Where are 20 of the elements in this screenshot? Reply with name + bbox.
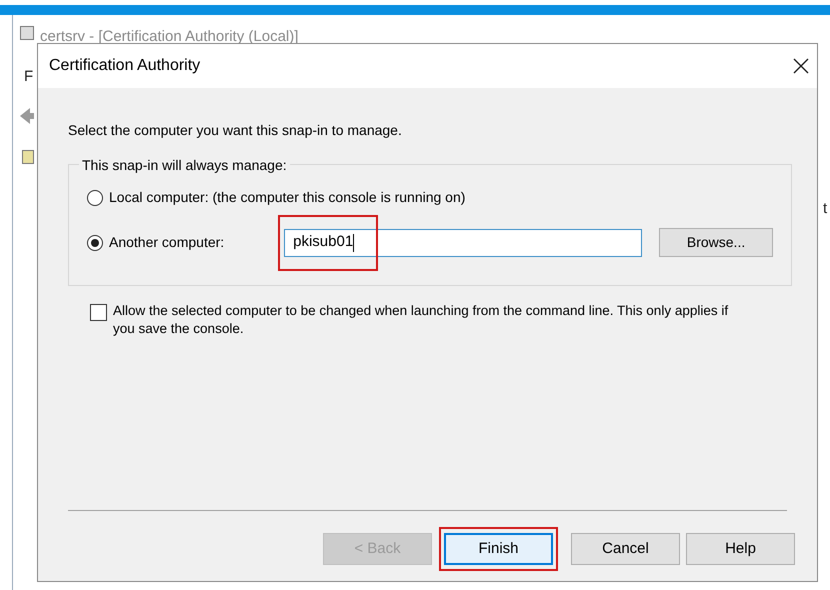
radio-label: Another computer:: [109, 233, 226, 252]
menu-item[interactable]: F: [24, 66, 34, 88]
window-title: certsrv - [Certification Authority (Local)]: [40, 27, 298, 47]
radio-button[interactable]: [87, 234, 103, 250]
radio-label: Local computer: (the computer this console is running on): [109, 188, 466, 207]
checkbox[interactable]: [90, 304, 107, 321]
dialog-button[interactable]: Cancel: [571, 533, 680, 565]
column-fragment: t: [823, 199, 828, 219]
tree-node-icon: [22, 150, 34, 164]
browse-button[interactable]: Browse...: [659, 228, 773, 257]
radio-button[interactable]: [87, 190, 103, 206]
computer-name-field[interactable]: pkisub01: [284, 228, 642, 256]
dialog-button[interactable]: Help: [686, 533, 795, 565]
checkbox-label: Allow the selected computer to be changed when launching from the command line. This only applies if you save the console.: [113, 302, 730, 338]
close-icon[interactable]: [793, 58, 809, 74]
app-icon: [20, 26, 34, 40]
dialog-button[interactable]: Finish: [444, 533, 553, 565]
instruction-text: Select the computer you want this snap-in to manage.: [68, 121, 403, 140]
dialog-title: Certification Authority: [49, 56, 200, 76]
back-arrow-icon[interactable]: [20, 108, 34, 124]
